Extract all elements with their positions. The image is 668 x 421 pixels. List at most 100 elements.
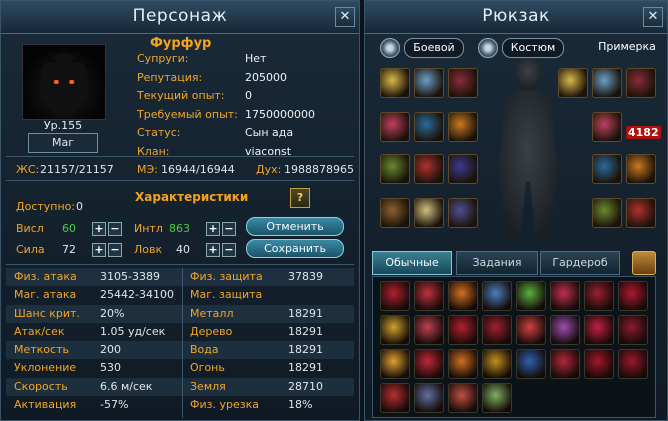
stat-label: Физ. урезка	[190, 398, 259, 412]
attr-minus-button[interactable]: −	[108, 243, 122, 257]
bag-item-slot[interactable]	[482, 349, 512, 379]
equipment-slot[interactable]	[558, 68, 588, 98]
stat-label: Шанс крит.	[14, 306, 80, 320]
bag-item-slot[interactable]	[516, 349, 546, 379]
mp-label: МЭ:	[137, 163, 158, 176]
equipment-slot[interactable]	[448, 112, 478, 142]
bag-item-slot[interactable]	[516, 315, 546, 345]
equipment-slot[interactable]	[414, 68, 444, 98]
stat-value: 6.6 м/сек	[100, 379, 153, 393]
bag-item-slot[interactable]	[550, 281, 580, 311]
attr-label-agility: Ловк	[134, 243, 163, 256]
equipment-slot[interactable]	[626, 154, 656, 184]
bag-item-slot[interactable]	[550, 349, 580, 379]
attr-value-strength: 72	[62, 243, 76, 256]
equipment-slot[interactable]	[626, 68, 656, 98]
bag-item-slot[interactable]	[448, 383, 478, 413]
stats-row: Физ. атака 3105-3389 Физ. защита 37839	[6, 268, 354, 287]
equipment-slot[interactable]	[380, 154, 410, 184]
bag-title-bar[interactable]: Рюкзак ✕	[365, 1, 667, 34]
mp-value: 16944/16944	[161, 163, 235, 176]
fitting-button[interactable]: Примерка	[594, 38, 660, 56]
bag-item-slot[interactable]	[584, 281, 614, 311]
equipment-slot[interactable]	[380, 198, 410, 228]
attr-plus-button[interactable]: +	[92, 243, 106, 257]
bag-item-slot[interactable]	[380, 281, 410, 311]
bag-item-slot[interactable]	[550, 315, 580, 345]
attr-minus-button[interactable]: −	[222, 222, 236, 236]
available-label: Доступно:	[16, 200, 76, 213]
character-level: Ур.155	[43, 119, 83, 132]
bag-item-slot[interactable]	[516, 281, 546, 311]
bag-item-slot[interactable]	[584, 315, 614, 345]
attr-plus-button[interactable]: +	[92, 222, 106, 236]
equipment-slot[interactable]	[414, 112, 444, 142]
bag-item-slot[interactable]	[380, 383, 410, 413]
save-button[interactable]: Сохранить	[246, 239, 344, 258]
help-button[interactable]: ?	[290, 188, 310, 208]
hp-label: ЖС:	[16, 163, 40, 176]
equipment-slot[interactable]	[592, 112, 622, 142]
bag-item-slot[interactable]	[414, 281, 444, 311]
bag-item-slot[interactable]	[584, 349, 614, 379]
attr-plus-button[interactable]: +	[206, 243, 220, 257]
character-title-bar[interactable]: Персонаж ✕	[1, 1, 359, 34]
cancel-button[interactable]: Отменить	[246, 217, 344, 236]
bag-item-slot[interactable]	[414, 315, 444, 345]
bag-item-slot[interactable]	[448, 349, 478, 379]
info-value: 1750000000	[245, 107, 315, 121]
gear-icon[interactable]	[380, 38, 400, 58]
refresh-icon[interactable]	[632, 251, 656, 275]
equipment-slot[interactable]	[592, 198, 622, 228]
equipment-slot[interactable]	[380, 68, 410, 98]
equipment-slot[interactable]	[448, 68, 478, 98]
bag-item-slot[interactable]	[414, 349, 444, 379]
bag-item-slot[interactable]	[448, 315, 478, 345]
stat-value: 18291	[288, 324, 323, 338]
tab-regular[interactable]: Обычные	[372, 251, 452, 275]
stat-value: 3105-3389	[100, 270, 160, 283]
available-value: 0	[76, 200, 83, 213]
divider	[6, 180, 354, 181]
equipment-slot[interactable]	[448, 154, 478, 184]
info-label: Супруги:	[137, 52, 189, 65]
attr-value-agility: 40	[176, 243, 190, 256]
combat-mode-button[interactable]: Боевой	[404, 38, 464, 58]
equipment-slot[interactable]	[592, 68, 622, 98]
equipment-slot[interactable]	[414, 154, 444, 184]
stat-label: Меткость	[14, 343, 69, 357]
bag-item-slot[interactable]	[448, 281, 478, 311]
item-count-badge: 4182	[626, 126, 661, 139]
stat-label: Маг. защита	[190, 288, 263, 302]
attr-plus-button[interactable]: +	[206, 222, 220, 236]
info-label: Требуемый опыт:	[137, 107, 238, 121]
bag-item-slot[interactable]	[482, 383, 512, 413]
tab-quests[interactable]: Задания	[456, 251, 538, 275]
equipment-slot[interactable]	[592, 154, 622, 184]
bag-item-slot[interactable]	[380, 349, 410, 379]
equipment-slot[interactable]	[380, 112, 410, 142]
bag-item-slot[interactable]	[414, 383, 444, 413]
bag-item-slot[interactable]	[482, 281, 512, 311]
attr-minus-button[interactable]: −	[222, 243, 236, 257]
spirit-label: Дух:	[256, 163, 282, 176]
attr-minus-button[interactable]: −	[108, 222, 122, 236]
bag-item-slot[interactable]	[380, 315, 410, 345]
bag-item-slot[interactable]	[618, 349, 648, 379]
equipment-slot[interactable]	[626, 198, 656, 228]
close-button[interactable]: ✕	[643, 7, 663, 27]
stat-label: Огонь	[190, 361, 225, 375]
bag-window-title: Рюкзак	[482, 6, 550, 26]
equipment-slot[interactable]	[448, 198, 478, 228]
bag-item-slot[interactable]	[618, 315, 648, 345]
stat-label: Дерево	[190, 324, 233, 338]
equipment-slot[interactable]	[414, 198, 444, 228]
bag-item-slot[interactable]	[618, 281, 648, 311]
stat-value: 37839	[288, 270, 323, 283]
hp-value: 21157/21157	[40, 163, 114, 176]
stat-label: Активация	[14, 398, 77, 412]
tab-wardrobe[interactable]: Гардероб	[540, 251, 620, 275]
stats-row: Атак/сек 1.05 уд/сек Дерево 18291	[6, 323, 354, 341]
bag-item-slot[interactable]	[482, 315, 512, 345]
close-button[interactable]: ✕	[335, 7, 355, 27]
